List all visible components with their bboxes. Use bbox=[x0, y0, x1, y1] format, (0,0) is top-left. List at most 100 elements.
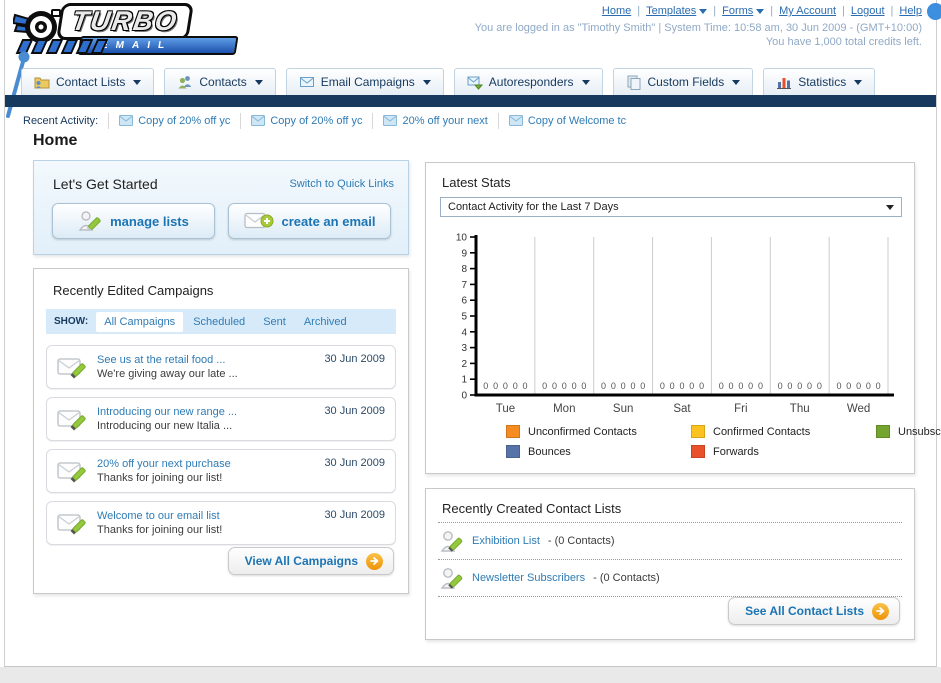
svg-text:0: 0 bbox=[679, 381, 684, 391]
tab-label: Email Campaigns bbox=[320, 75, 415, 89]
campaign-title-link[interactable]: Introducing our new range ... bbox=[97, 405, 316, 419]
link-separator: | bbox=[842, 5, 845, 17]
svg-text:1: 1 bbox=[461, 375, 467, 386]
svg-text:0: 0 bbox=[836, 381, 841, 391]
nav-link-help[interactable]: Help bbox=[899, 5, 922, 17]
select-value: Contact Activity for the Last 7 Days bbox=[448, 201, 619, 213]
status-line-1: You are logged in as "Timothy Smith" | S… bbox=[474, 22, 922, 34]
button-label: View All Campaigns bbox=[244, 554, 358, 568]
svg-text:0: 0 bbox=[797, 381, 802, 391]
nav-link-templates[interactable]: Templates bbox=[646, 5, 708, 17]
svg-text:0: 0 bbox=[562, 381, 567, 391]
show-label: SHOW: bbox=[54, 316, 89, 327]
stats-report-select[interactable]: Contact Activity for the Last 7 Days bbox=[440, 197, 902, 217]
filter-scheduled[interactable]: Scheduled bbox=[193, 316, 245, 328]
svg-text:3: 3 bbox=[461, 343, 467, 354]
envelope-pencil-icon bbox=[57, 514, 86, 535]
campaign-row: Introducing our new range ... Introducin… bbox=[46, 397, 396, 441]
chevron-down-icon bbox=[422, 79, 431, 85]
switch-quick-links[interactable]: Switch to Quick Links bbox=[289, 178, 394, 190]
tab-label: Statistics bbox=[798, 75, 847, 89]
tab-statistics[interactable]: Statistics bbox=[763, 68, 876, 95]
recent-activity-label: Recent Activity: bbox=[23, 114, 99, 127]
contact-list-item: Exhibition List - (0 Contacts) bbox=[438, 523, 902, 559]
svg-text:Sun: Sun bbox=[613, 403, 633, 415]
recent-activity-item[interactable]: Copy of 20% off yc bbox=[108, 112, 240, 129]
chevron-down-icon bbox=[756, 8, 765, 14]
envelope-icon bbox=[251, 115, 266, 126]
svg-text:Tue: Tue bbox=[496, 403, 515, 415]
contact-list-link[interactable]: Exhibition List bbox=[472, 535, 540, 547]
svg-text:Wed: Wed bbox=[847, 403, 870, 415]
nav-link-my-account[interactable]: My Account bbox=[779, 5, 836, 17]
tab-contacts[interactable]: Contacts bbox=[164, 68, 276, 95]
tab-autoresponders[interactable]: Autoresponders bbox=[453, 68, 603, 95]
campaign-title-link[interactable]: 20% off your next purchase bbox=[97, 457, 316, 471]
recent-activity-link: Copy of 20% off yc bbox=[138, 114, 231, 127]
svg-text:0: 0 bbox=[807, 381, 812, 391]
person-pencil-icon bbox=[78, 211, 101, 232]
latest-stats-panel: Latest Stats Contact Activity for the La… bbox=[425, 162, 941, 474]
main-nav-tabs: Contact Lists Contacts Email Campaigns A… bbox=[21, 68, 876, 95]
nav-link-home[interactable]: Home bbox=[602, 5, 631, 17]
campaign-title-link[interactable]: See us at the retail food ... bbox=[97, 353, 316, 367]
envelope-icon bbox=[299, 77, 314, 87]
envelope-arrow-icon bbox=[467, 76, 483, 90]
contact-list-count: - (0 Contacts) bbox=[593, 572, 660, 584]
svg-text:5: 5 bbox=[461, 312, 467, 323]
campaign-title-link[interactable]: Welcome to our email list bbox=[97, 509, 316, 523]
svg-text:Sat: Sat bbox=[673, 403, 691, 415]
legend-swatch-unsubscribes bbox=[876, 425, 890, 438]
campaign-date: 30 Jun 2009 bbox=[324, 405, 385, 417]
recent-activity-item[interactable]: 20% off your next bbox=[372, 112, 497, 129]
campaign-subject: Thanks for joining our list! bbox=[97, 472, 223, 484]
campaigns-title: Recently Edited Campaigns bbox=[53, 283, 214, 298]
svg-text:0: 0 bbox=[787, 381, 792, 391]
tab-custom-fields[interactable]: Custom Fields bbox=[612, 68, 754, 95]
recent-activity-item[interactable]: Copy of 20% off yc bbox=[240, 112, 372, 129]
svg-text:0: 0 bbox=[542, 381, 547, 391]
svg-text:0: 0 bbox=[493, 381, 498, 391]
envelope-pencil-icon bbox=[57, 358, 86, 379]
envelope-icon bbox=[383, 115, 398, 126]
manage-lists-button[interactable]: manage lists bbox=[52, 203, 215, 239]
contacts-icon bbox=[178, 76, 192, 89]
campaign-date: 30 Jun 2009 bbox=[324, 509, 385, 521]
contact-lists-panel: Recently Created Contact Lists Exhibitio… bbox=[425, 488, 915, 640]
svg-text:0: 0 bbox=[846, 381, 851, 391]
link-separator: | bbox=[637, 5, 641, 17]
filter-archived[interactable]: Archived bbox=[304, 316, 347, 328]
svg-text:0: 0 bbox=[758, 381, 763, 391]
tab-contact-lists[interactable]: Contact Lists bbox=[21, 68, 155, 95]
contact-list-link[interactable]: Newsletter Subscribers bbox=[472, 572, 585, 584]
page-footer-strip bbox=[0, 667, 941, 683]
recent-activity-item[interactable]: Copy of Welcome tc bbox=[497, 112, 636, 129]
svg-text:0: 0 bbox=[670, 381, 675, 391]
tab-label: Custom Fields bbox=[647, 75, 725, 89]
envelope-icon bbox=[119, 115, 134, 126]
svg-text:0: 0 bbox=[581, 381, 586, 391]
tab-label: Contacts bbox=[199, 75, 247, 89]
filter-all-campaigns[interactable]: All Campaigns bbox=[96, 311, 184, 332]
status-line-2: You have 1,000 total credits left. bbox=[765, 36, 922, 48]
campaign-subject: We're giving away our late ... bbox=[97, 368, 238, 380]
recent-activity-bar: Recent Activity: Copy of 20% off yc Copy… bbox=[5, 107, 936, 134]
campaign-row: See us at the retail food ... We're givi… bbox=[46, 345, 396, 389]
folder-contacts-icon bbox=[34, 77, 50, 89]
nav-link-logout[interactable]: Logout bbox=[851, 5, 885, 17]
svg-text:0: 0 bbox=[523, 381, 528, 391]
nav-link-forms[interactable]: Forms bbox=[722, 5, 765, 17]
svg-text:0: 0 bbox=[503, 381, 508, 391]
filter-sent[interactable]: Sent bbox=[263, 316, 286, 328]
logo-wordmark: TURBO bbox=[56, 3, 194, 40]
view-all-campaigns-button[interactable]: View All Campaigns bbox=[227, 547, 394, 575]
svg-text:Fri: Fri bbox=[734, 403, 747, 415]
contact-list-count: - (0 Contacts) bbox=[547, 535, 615, 547]
campaign-date: 30 Jun 2009 bbox=[324, 457, 385, 469]
tab-email-campaigns[interactable]: Email Campaigns bbox=[285, 68, 444, 95]
svg-text:9: 9 bbox=[461, 248, 467, 259]
see-all-contact-lists-button[interactable]: See All Contact Lists bbox=[728, 597, 900, 625]
page-container: TURBO EMAIL Home | Templates | Forms | M… bbox=[4, 0, 941, 667]
chart-legend: Unconfirmed Contacts Confirmed Contacts … bbox=[506, 425, 941, 458]
create-email-button[interactable]: create an email bbox=[228, 203, 391, 239]
